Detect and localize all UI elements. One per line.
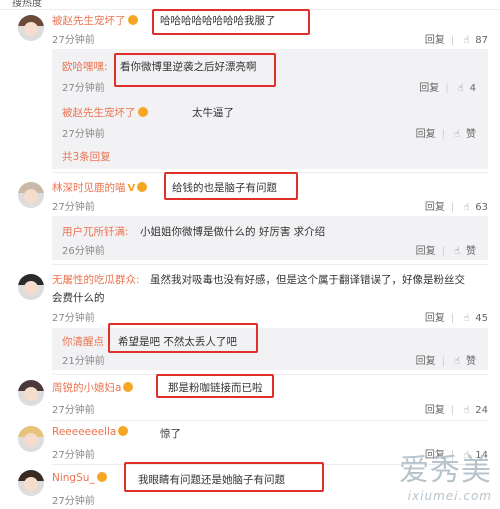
weibo-comment-list: 搜热度 被赵先生宠坏了 哈哈哈哈哈哈哈哈我服了 27分钟前 回复 | ☝ 87 欧哈嘿… <box>0 0 500 509</box>
avatar[interactable] <box>18 182 44 208</box>
highlight-box <box>124 462 324 492</box>
like-count[interactable]: 87 <box>475 35 488 46</box>
like-count[interactable]: 赞 <box>466 246 476 257</box>
reply-text: 太牛逼了 <box>192 107 234 119</box>
like-count[interactable]: 4 <box>470 83 476 94</box>
like-count[interactable]: 24 <box>475 405 488 416</box>
vip-badge-icon <box>96 472 107 482</box>
comment-text-continued: 会费什么的 <box>52 292 105 304</box>
thumbs-up-icon[interactable]: ☝ <box>460 202 472 213</box>
page-header: 搜热度 <box>12 0 42 9</box>
thumbs-up-icon[interactable]: ☝ <box>451 129 463 140</box>
vip-badge-icon <box>137 182 148 192</box>
thumbs-up-icon[interactable]: ☝ <box>460 313 472 324</box>
thumbs-up-icon[interactable]: ☝ <box>460 35 472 46</box>
comment-actions: 回复 | ☝ 24 <box>424 405 488 416</box>
more-replies-link[interactable]: 共3条回复 <box>62 149 111 164</box>
comment-actions: 回复 | ☝ 87 <box>424 35 488 46</box>
highlight-box <box>114 53 276 87</box>
reply-button[interactable]: 回复 <box>425 313 445 324</box>
like-count[interactable]: 赞 <box>466 356 476 367</box>
watermark-brand: 爱秀美 <box>399 453 492 488</box>
comment-text: 惊了 <box>160 428 181 440</box>
highlight-box <box>152 9 310 35</box>
comment-username[interactable]: 被赵先生宠坏了 <box>52 13 138 28</box>
comment-time: 27分钟前 <box>52 202 95 213</box>
comment-actions: 回复 | ☝ 45 <box>424 313 488 324</box>
reply-list: 用户兀所钎满: 小姐姐你微博是做什么的 好厉害 求介绍 26分钟前 回复 | ☝ 赞 <box>52 216 488 260</box>
reply-time: 27分钟前 <box>62 129 105 140</box>
highlight-box <box>108 323 258 353</box>
comment-time: 27分钟前 <box>52 405 95 416</box>
avatar[interactable] <box>18 15 44 41</box>
avatar[interactable] <box>18 274 44 300</box>
comment-time: 27分钟前 <box>52 496 95 507</box>
reply-button[interactable]: 回复 <box>425 202 445 213</box>
like-count[interactable]: 赞 <box>466 129 476 140</box>
watermark-url: ixiumei.com <box>407 489 492 503</box>
avatar[interactable] <box>18 380 44 406</box>
comment-item: 无屠性的吃瓜群众: 虽然我对吸毒也没有好感，但是这个属于翻译错误了，好像是粉丝交… <box>0 268 500 370</box>
vip-badge-icon <box>118 426 129 436</box>
reply-username[interactable]: 被赵先生宠坏了 <box>62 105 148 120</box>
reply-username[interactable]: 欧哈嘿嘿: <box>62 59 108 74</box>
comment-username[interactable]: 周锐的小媳妇a <box>52 380 134 395</box>
reply-time: 21分钟前 <box>62 356 105 367</box>
comment-username[interactable]: Reeeeeeella <box>52 426 129 438</box>
reply-button[interactable]: 回复 <box>416 246 436 257</box>
divider <box>52 264 488 265</box>
comment-time: 27分钟前 <box>52 450 95 461</box>
reply-actions: 回复 | ☝ 赞 <box>415 246 476 257</box>
avatar[interactable] <box>18 426 44 452</box>
reply-button[interactable]: 回复 <box>419 83 439 94</box>
comment-text: 虽然我对吸毒也没有好感，但是这个属于翻译错误了，好像是粉丝交 <box>150 274 465 286</box>
reply-actions: 回复 | ☝ 赞 <box>415 129 476 140</box>
vip-badge-icon <box>127 15 138 25</box>
like-count[interactable]: 45 <box>475 313 488 324</box>
reply-actions: 回复 | ☝ 4 <box>419 83 476 94</box>
reply-time: 27分钟前 <box>62 83 105 94</box>
reply-button[interactable]: 回复 <box>425 405 445 416</box>
vip-badge-icon <box>123 382 134 392</box>
divider <box>52 420 488 421</box>
thumbs-up-icon[interactable]: ☝ <box>451 356 463 367</box>
comment-time: 27分钟前 <box>52 313 95 324</box>
vip-badge-icon <box>137 107 148 117</box>
reply-button[interactable]: 回复 <box>425 35 445 46</box>
verified-icon: V <box>127 183 136 194</box>
highlight-box <box>156 374 274 398</box>
watermark: 爱秀美 ixiumei.com <box>399 445 492 503</box>
reply-actions: 回复 | ☝ 赞 <box>415 356 476 367</box>
reply-button[interactable]: 回复 <box>416 356 436 367</box>
comment-actions: 回复 | ☝ 63 <box>424 202 488 213</box>
reply-username[interactable]: 用户兀所钎满: <box>62 224 129 239</box>
comment-username[interactable]: NingSu_ <box>52 472 107 484</box>
comment-username[interactable]: 林深时见鹿的喵 V <box>52 180 148 195</box>
like-count[interactable]: 63 <box>475 202 488 213</box>
thumbs-up-icon[interactable]: ☝ <box>451 246 463 257</box>
thumbs-up-icon[interactable]: ☝ <box>460 405 472 416</box>
thumbs-up-icon[interactable]: ☝ <box>455 83 467 94</box>
avatar[interactable] <box>18 470 44 496</box>
reply-time: 26分钟前 <box>62 246 105 257</box>
comment-username[interactable]: 无屠性的吃瓜群众: <box>52 272 140 287</box>
reply-button[interactable]: 回复 <box>416 129 436 140</box>
comment-time: 27分钟前 <box>52 35 95 46</box>
reply-text: 小姐姐你微博是做什么的 好厉害 求介绍 <box>140 226 326 238</box>
reply-username[interactable]: 你清醒点 <box>62 334 104 349</box>
highlight-box <box>164 172 298 200</box>
